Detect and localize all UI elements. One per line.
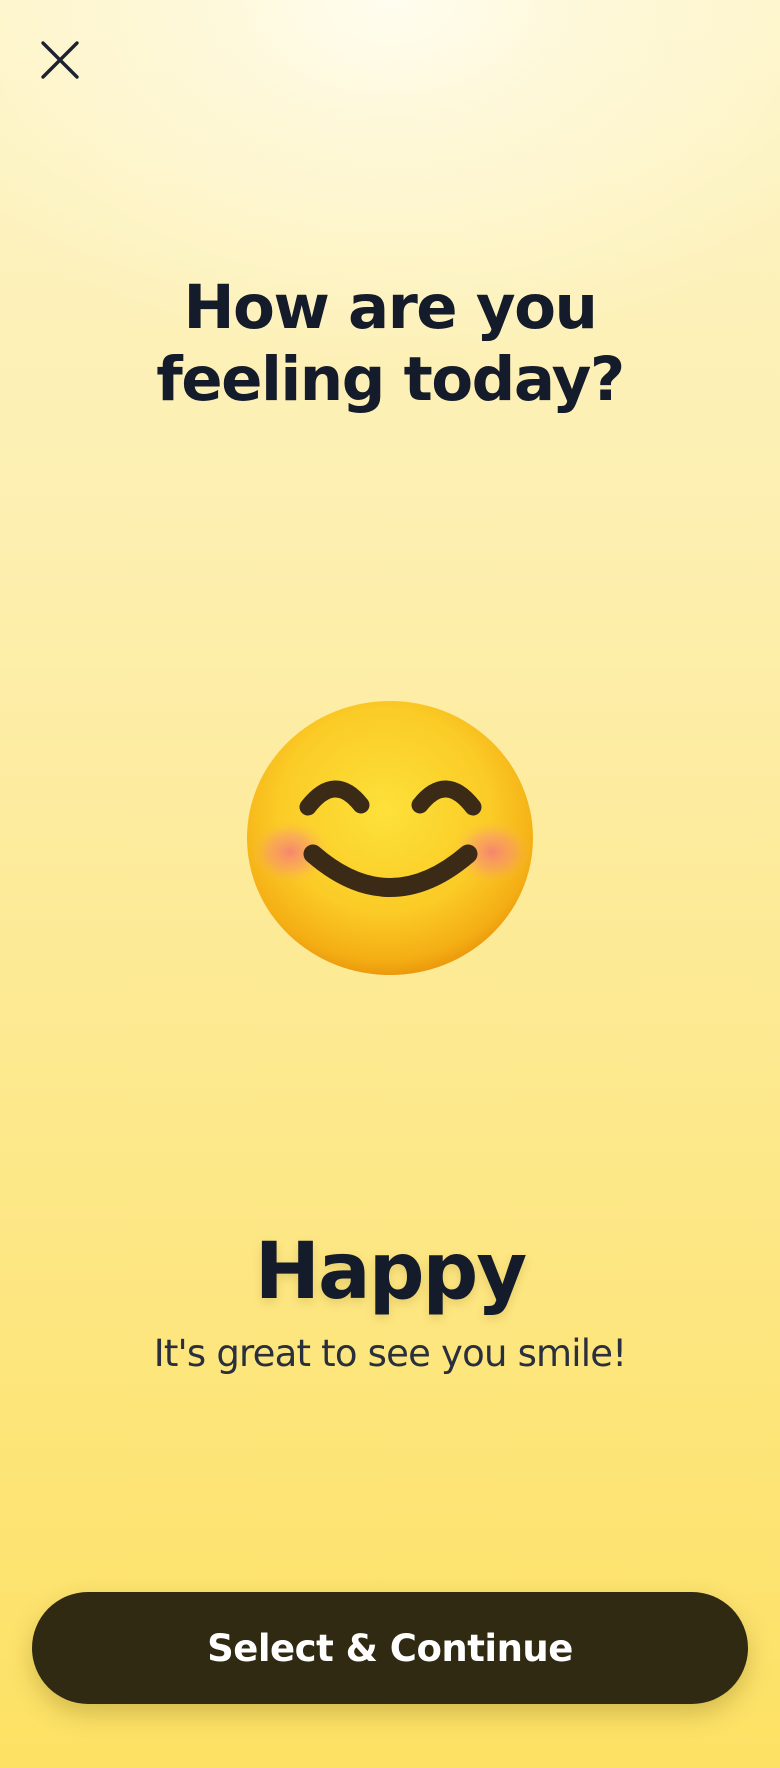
select-continue-button[interactable]: Select & Continue <box>32 1592 748 1704</box>
close-button[interactable] <box>36 36 84 84</box>
mood-message: It's great to see you smile! <box>153 1332 627 1375</box>
smiling-face-with-smiling-eyes-icon <box>247 701 533 975</box>
close-icon <box>41 41 79 79</box>
page-title: How are you feeling today? <box>156 272 625 415</box>
mood-emoji <box>240 688 540 988</box>
mood-label: Happy <box>254 1227 527 1317</box>
